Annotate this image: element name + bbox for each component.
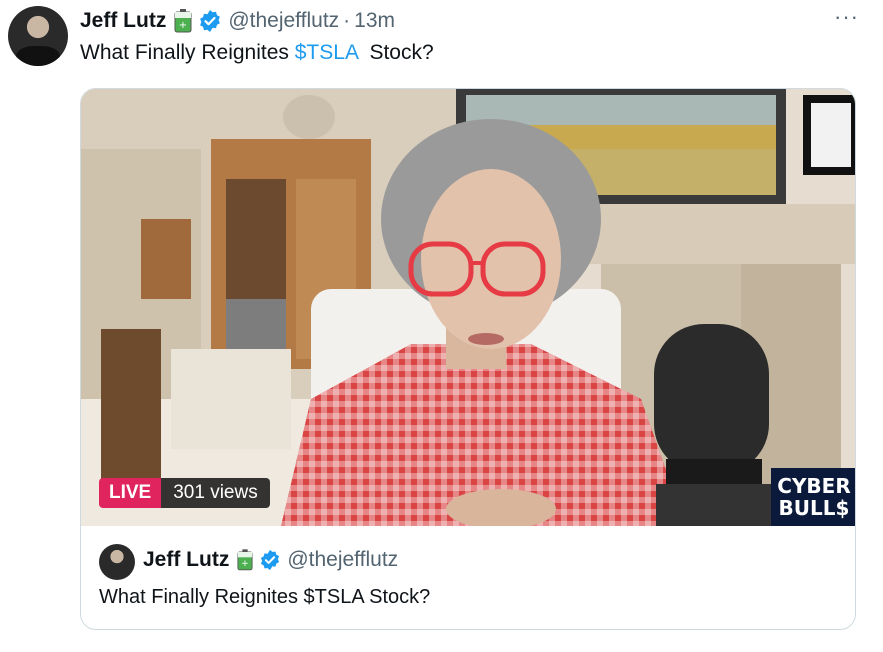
header-separator: · xyxy=(343,9,351,32)
watermark-line1: CYBER xyxy=(777,474,851,498)
tweet-header: Jeff Lutz + @thejefflutz · 13m xyxy=(80,8,863,34)
quoted-header: Jeff Lutz + @thejefflutz xyxy=(143,548,398,572)
live-indicator: LIVE 301 views xyxy=(99,478,270,508)
verified-badge-icon xyxy=(261,549,280,571)
tweet-text-after: Stock? xyxy=(357,41,434,64)
avatar-shirt xyxy=(16,46,60,66)
channel-watermark: CYBER BULL$ xyxy=(771,468,855,526)
quoted-author-avatar[interactable] xyxy=(99,544,135,580)
video-frame xyxy=(81,89,855,526)
quoted-author-handle[interactable]: @thejefflutz xyxy=(287,548,398,572)
author-avatar[interactable] xyxy=(8,6,68,66)
watermark-line2: BULL$ xyxy=(778,496,850,520)
tweet-text-before: What Finally Reignites xyxy=(80,41,295,64)
more-dots-icon[interactable]: ··· xyxy=(834,4,859,30)
quoted-tweet-text: What Finally Reignites $TSLA Stock? xyxy=(99,586,431,608)
svg-text:+: + xyxy=(242,559,249,569)
video-player[interactable]: LIVE 301 views CYBER BULL$ xyxy=(81,89,855,526)
quoted-author-name[interactable]: Jeff Lutz xyxy=(143,548,229,572)
author-handle[interactable]: @thejefflutz xyxy=(228,9,339,33)
tweet-text: What Finally Reignites $TSLA Stock? xyxy=(80,41,434,65)
live-badge: LIVE xyxy=(99,478,162,508)
quoted-tweet[interactable]: Jeff Lutz + @thejefflutz What Finally Re… xyxy=(81,526,855,629)
battery-icon: + xyxy=(237,549,253,571)
verified-badge-icon xyxy=(200,10,221,32)
tweet-timestamp[interactable]: 13m xyxy=(354,9,395,33)
battery-icon: + xyxy=(174,9,192,33)
author-name[interactable]: Jeff Lutz xyxy=(80,9,166,33)
svg-text:+: + xyxy=(179,20,187,31)
quote-card[interactable]: LIVE 301 views CYBER BULL$ Jeff Lutz + @… xyxy=(80,88,856,630)
view-count: 301 views xyxy=(161,478,270,508)
cashtag-link[interactable]: $TSLA xyxy=(295,41,358,64)
